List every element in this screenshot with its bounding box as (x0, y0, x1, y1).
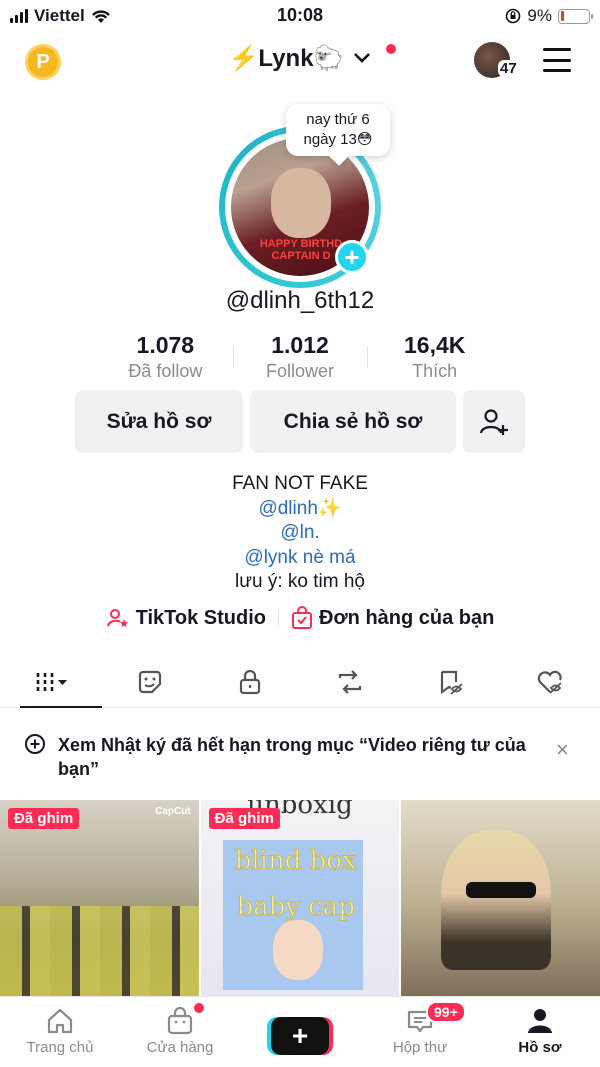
shop-bag-icon (167, 1006, 193, 1035)
menu-icon[interactable] (543, 48, 571, 72)
status-bar: Viettel 10:08 9% (0, 0, 600, 34)
video-person (441, 830, 552, 970)
battery-icon (558, 8, 593, 24)
nav-inbox-label: Hộp thư (392, 1039, 448, 1056)
stat-following[interactable]: 1.078 Đã follow (98, 332, 233, 382)
edit-profile-button[interactable]: Sửa hồ sơ (75, 390, 243, 453)
video-person (272, 920, 323, 980)
inbox-badge: 99+ (426, 1001, 466, 1023)
bio-line: lưu ý: ko tim hộ (235, 571, 365, 592)
capcut-watermark: CapCut (155, 806, 191, 817)
divider (278, 609, 280, 627)
content-tabs (0, 656, 600, 708)
tab-reposts[interactable] (100, 656, 200, 707)
shop-notification-dot (194, 1003, 204, 1013)
pinned-badge: Đã ghim (8, 808, 80, 829)
username: @dlinh_6th12 (225, 287, 375, 314)
nav-profile-label: Hồ sơ (518, 1039, 562, 1056)
shopping-bag-icon (292, 606, 313, 629)
profile-stats: 1.078 Đã follow 1.012 Follower 16,4K Thí… (98, 332, 502, 382)
profile-links: TikTok Studio Đơn hàng của bạn (0, 606, 600, 630)
nav-profile[interactable]: Hồ sơ (480, 997, 600, 1067)
account-name: ⚡️Lynk🐑 (228, 45, 344, 72)
bio-mention[interactable]: @lynk nè má (0, 546, 600, 571)
close-icon[interactable]: × (556, 737, 569, 763)
friends-count: 47 (498, 60, 519, 77)
sticker-icon (138, 670, 162, 693)
chevron-down-icon (353, 48, 371, 69)
bookmark-hidden-icon (440, 670, 463, 695)
stat-likes[interactable]: 16,4K Thích (367, 332, 502, 382)
profile-actions: Sửa hồ sơ Chia sẻ hồ sơ (75, 390, 525, 453)
tab-repost[interactable] (300, 656, 400, 707)
tiktok-studio-link[interactable]: TikTok Studio (106, 606, 266, 630)
add-story-button[interactable]: + (335, 240, 369, 274)
video-scene (0, 906, 199, 996)
tiktok-studio-label: TikTok Studio (135, 606, 267, 629)
home-icon (47, 1008, 73, 1034)
battery-percent: 9% (527, 6, 552, 25)
share-profile-button[interactable]: Chia sẻ hồ sơ (250, 390, 456, 453)
orders-link[interactable]: Đơn hàng của bạn (291, 606, 494, 630)
video-thumbnail[interactable]: unboxig blind box baby cap Đã ghim (200, 800, 400, 996)
video-thumbnail[interactable]: CapCut Đã ghim (0, 800, 199, 996)
nav-home[interactable]: Trang chủ (0, 997, 120, 1067)
avatar-face (271, 168, 331, 238)
lock-icon (239, 669, 261, 694)
video-thumbnail[interactable] (401, 800, 600, 996)
repost-icon (338, 669, 362, 694)
nav-home-label: Trang chủ (26, 1039, 94, 1056)
video-text: blind box (234, 846, 357, 877)
video-grid: CapCut Đã ghim unboxig blind box baby ca… (0, 800, 600, 996)
stat-followers[interactable]: 1.012 Follower (232, 332, 368, 382)
note-bubble[interactable]: nay thứ 6 ngày 13😳 (286, 104, 390, 156)
notice-text: Xem Nhật ký đã hết hạn trong mục “Video … (58, 735, 526, 779)
orders-label: Đơn hàng của bạn (319, 606, 495, 629)
nav-create[interactable]: + (240, 997, 360, 1067)
bio-mention[interactable]: @ln. (0, 521, 600, 546)
orientation-lock-icon (506, 8, 521, 24)
create-button[interactable]: + (271, 1017, 329, 1055)
add-circle-icon (25, 734, 45, 754)
pinned-badge: Đã ghim (208, 808, 280, 829)
nav-shop[interactable]: Cửa hàng (120, 997, 240, 1067)
add-friend-button[interactable] (463, 390, 525, 453)
nav-inbox[interactable]: 99+ Hộp thư (360, 997, 480, 1067)
bottom-nav: Trang chủ Cửa hàng + 99+ Hộp thư Hồ sơ (0, 996, 600, 1067)
video-text: baby cap (236, 892, 355, 923)
studio-icon (106, 609, 128, 627)
bio-line: FAN NOT FAKE (232, 473, 368, 494)
tab-liked[interactable] (500, 656, 600, 707)
tab-videos[interactable] (0, 656, 102, 708)
status-right: 9% (505, 6, 593, 26)
tab-favorites[interactable] (400, 656, 500, 707)
notification-dot (386, 44, 396, 54)
profile-icon (528, 1009, 552, 1033)
expired-stories-notice[interactable]: Xem Nhật ký đã hết hạn trong mục “Video … (0, 717, 600, 797)
top-nav: P ⚡️Lynk🐑 47 (0, 36, 600, 88)
heart-hidden-icon (537, 670, 562, 694)
bio: FAN NOT FAKE @dlinh✨ @ln. @lynk nè má lư… (0, 472, 600, 595)
bio-mention[interactable]: @dlinh✨ (0, 497, 600, 522)
add-user-icon (479, 408, 508, 435)
grid-icon (36, 672, 67, 691)
tab-private[interactable] (200, 656, 300, 707)
video-sunglasses (466, 882, 537, 898)
nav-shop-label: Cửa hàng (146, 1039, 214, 1056)
